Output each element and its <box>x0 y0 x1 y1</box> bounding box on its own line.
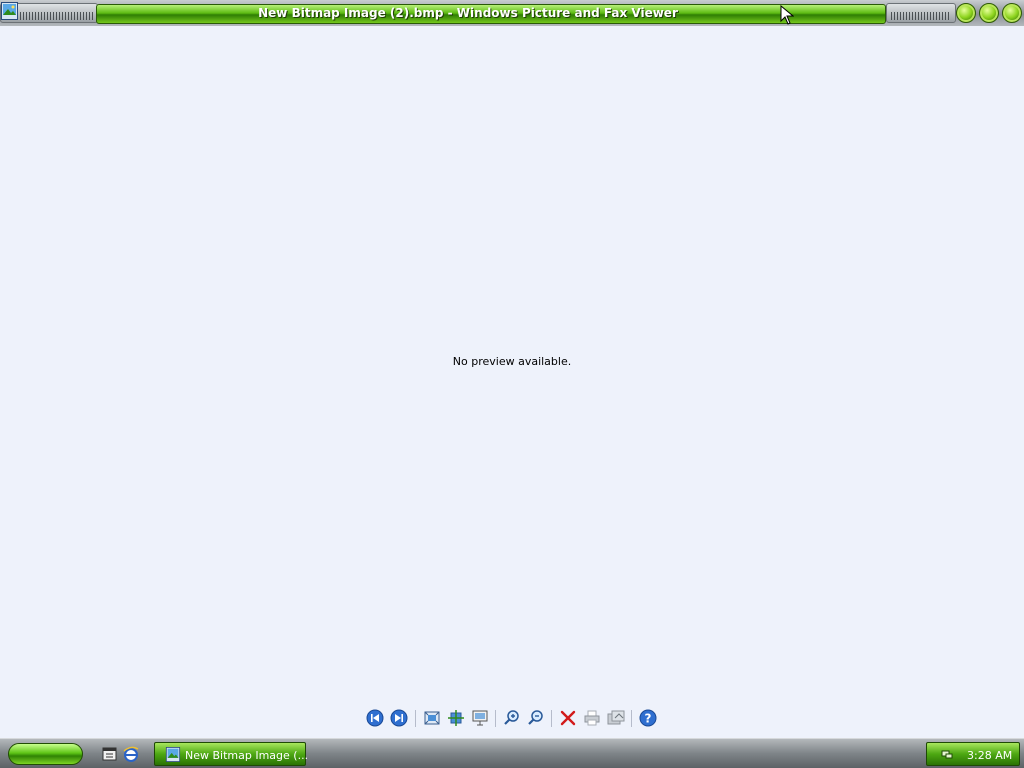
internet-explorer-icon <box>123 746 139 762</box>
previous-image-button[interactable] <box>365 708 385 728</box>
delete-button[interactable] <box>558 708 578 728</box>
slideshow-icon <box>472 710 488 726</box>
taskbar-window-label: New Bitmap Image (... <box>185 749 309 762</box>
no-preview-message: No preview available. <box>452 355 572 368</box>
zoom-out-button[interactable] <box>526 708 546 728</box>
toolbar-separator <box>495 710 496 727</box>
show-desktop-button[interactable] <box>101 745 119 763</box>
best-fit-icon <box>424 711 440 725</box>
image-preview-area: No preview available. <box>0 26 1024 706</box>
title-bar[interactable]: New Bitmap Image (2).bmp - Windows Pictu… <box>0 0 1024 26</box>
taskbar: New Bitmap Image (... 3:28 AM <box>0 738 1024 768</box>
system-tray: 3:28 AM <box>926 742 1020 766</box>
zoom-out-icon <box>528 710 543 725</box>
delete-icon <box>560 710 576 726</box>
minimize-button[interactable] <box>956 3 976 23</box>
zoom-in-button[interactable] <box>502 708 522 728</box>
next-image-icon <box>390 709 408 727</box>
print-button[interactable] <box>582 708 602 728</box>
maximize-button[interactable] <box>979 3 999 23</box>
actual-size-button[interactable] <box>446 708 466 728</box>
help-icon: ? <box>639 709 657 727</box>
internet-explorer-button[interactable] <box>122 745 140 763</box>
slideshow-button[interactable] <box>470 708 490 728</box>
print-icon <box>584 710 600 726</box>
picture-viewer-icon <box>165 747 181 762</box>
show-desktop-icon <box>102 747 117 761</box>
mouse-cursor-icon <box>780 5 794 25</box>
toolbar-separator <box>631 710 632 727</box>
taskbar-window-button[interactable]: New Bitmap Image (... <box>154 742 309 766</box>
actual-size-icon <box>448 710 464 726</box>
best-fit-button[interactable] <box>422 708 442 728</box>
copy-to-icon <box>607 710 625 725</box>
close-button[interactable] <box>1002 3 1022 23</box>
zoom-in-icon <box>504 710 519 725</box>
start-button[interactable] <box>8 743 83 765</box>
window-title: New Bitmap Image (2).bmp - Windows Pictu… <box>258 6 678 20</box>
previous-image-icon <box>366 709 384 727</box>
network-icon[interactable] <box>941 748 953 760</box>
copy-to-button[interactable] <box>606 708 626 728</box>
help-button[interactable]: ? <box>638 708 658 728</box>
toolbar-separator <box>551 710 552 727</box>
toolbar-separator <box>415 710 416 727</box>
clock[interactable]: 3:28 AM <box>967 749 1012 762</box>
svg-text:?: ? <box>645 712 652 726</box>
next-image-button[interactable] <box>389 708 409 728</box>
